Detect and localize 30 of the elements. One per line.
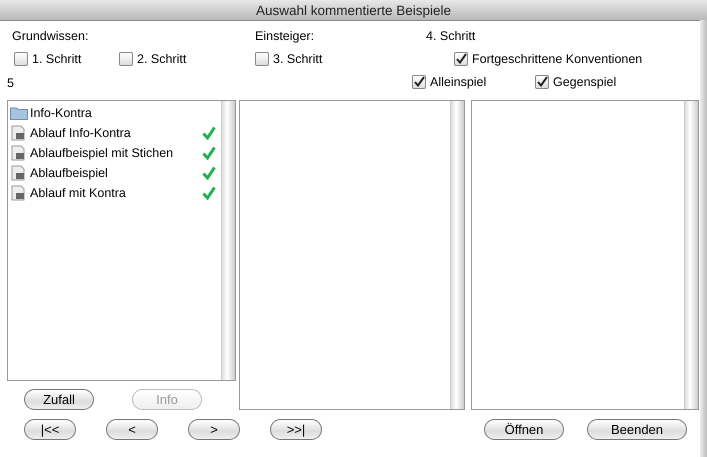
scrollbar[interactable]: [450, 101, 464, 409]
group-label: Grundwissen:: [12, 29, 90, 43]
checkbox[interactable]: 1. Schritt: [14, 52, 82, 66]
window-title: Auswahl kommentierte Beispiele: [256, 2, 452, 18]
list-item[interactable]: Ablaufbeispiel mit Stichen: [8, 143, 221, 163]
scrollbar[interactable]: [220, 101, 235, 380]
checkmark-icon: [413, 76, 425, 88]
checkbox[interactable]: 3. Schritt: [255, 52, 322, 66]
checkmark-icon: [536, 76, 548, 88]
checkmark-icon: [455, 53, 467, 65]
nav-button[interactable]: >: [188, 419, 240, 440]
group-label: Einsteiger:: [255, 29, 316, 43]
list-button[interactable]: Zufall: [24, 389, 94, 410]
checkbox[interactable]: Fortgeschrittene Konventionen: [454, 52, 642, 66]
checkbox[interactable]: Gegenspiel: [535, 75, 616, 89]
scrollbar[interactable]: [684, 101, 698, 409]
checkbox[interactable]: Alleinspiel: [412, 75, 486, 89]
list-item[interactable]: Ablaufbeispiel: [8, 163, 221, 183]
nav-button[interactable]: >>|: [270, 419, 322, 440]
nav-button[interactable]: |<<: [24, 419, 76, 440]
checkbox[interactable]: 2. Schritt: [119, 52, 186, 66]
list-item[interactable]: Info-Kontra: [8, 103, 221, 123]
nav-button[interactable]: <: [106, 419, 158, 440]
action-button[interactable]: Öffnen: [484, 419, 564, 440]
group-label: 4. Schritt: [426, 29, 476, 43]
folder-icon: [10, 106, 28, 120]
count-label: 5: [7, 76, 15, 90]
action-button[interactable]: Beenden: [587, 419, 687, 440]
list-item[interactable]: Ablauf Info-Kontra: [8, 123, 221, 143]
list-item[interactable]: Ablauf mit Kontra: [8, 183, 221, 203]
